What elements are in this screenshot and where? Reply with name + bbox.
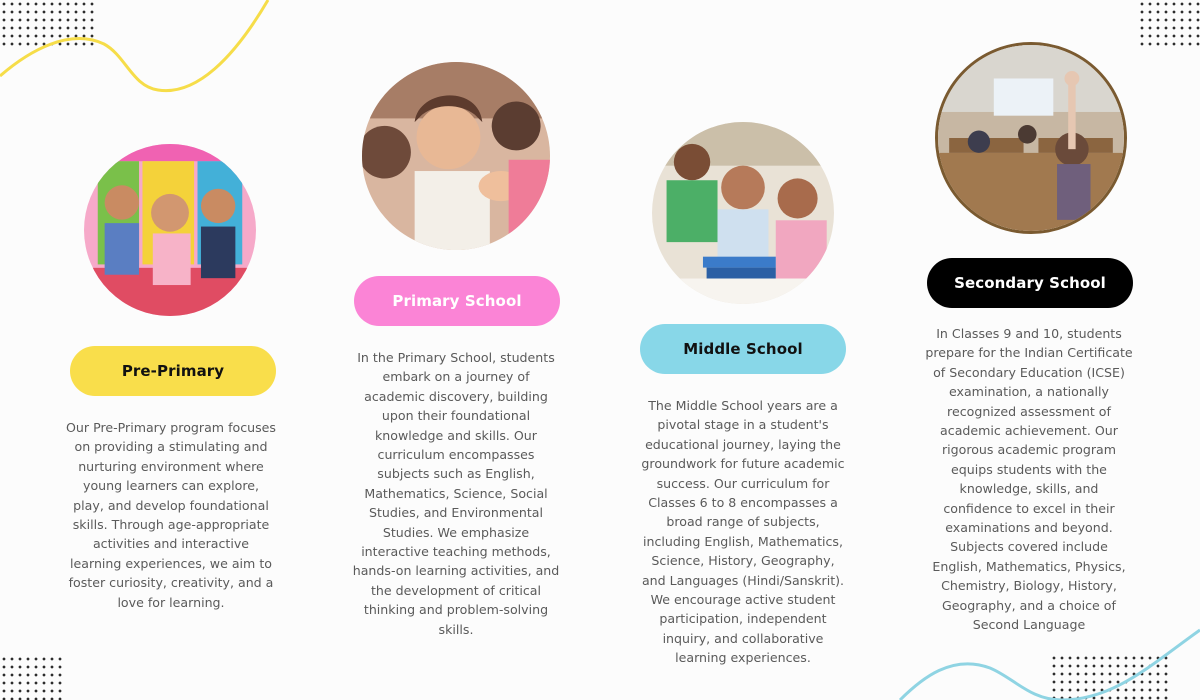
children-photo-icon [84, 144, 256, 316]
dot-pattern-bottom-left [0, 655, 62, 700]
classroom-photo-icon [938, 45, 1124, 231]
middle-school-description: The Middle School years are a pivotal st… [641, 398, 845, 666]
pre-primary-label: Pre-Primary [70, 346, 276, 396]
dot-pattern-top-right [1138, 0, 1200, 48]
secondary-school-label: Secondary School [927, 258, 1133, 308]
middle-school-label: Middle School [640, 324, 846, 374]
secondary-school-photo [935, 42, 1127, 234]
yellow-wave-decoration [0, 0, 270, 93]
dot-pattern-bottom-right [1050, 654, 1170, 700]
pre-primary-photo [84, 144, 256, 316]
students-reading-photo-icon [652, 122, 834, 304]
primary-school-photo [362, 62, 550, 250]
pre-primary-description: Our Pre-Primary program focuses on provi… [66, 420, 276, 610]
middle-school-photo [652, 122, 834, 304]
primary-school-label: Primary School [354, 276, 560, 326]
dot-pattern-top-left [0, 0, 94, 50]
primary-school-description: In the Primary School, students embark o… [352, 350, 560, 637]
secondary-school-description: In Classes 9 and 10, students prepare fo… [925, 326, 1133, 633]
clapping-child-photo-icon [362, 62, 550, 250]
